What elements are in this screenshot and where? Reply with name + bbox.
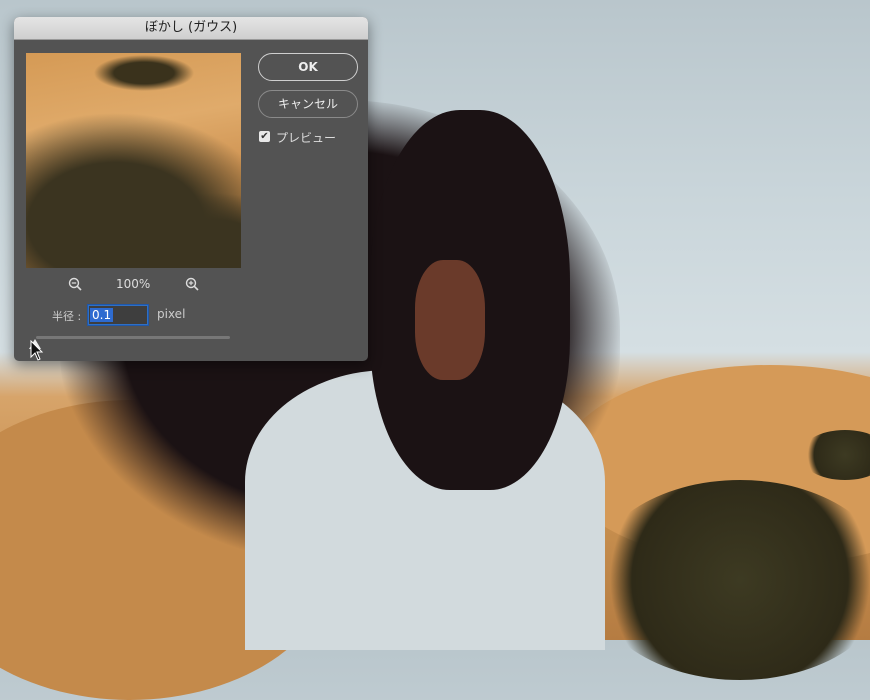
preview-image[interactable] bbox=[26, 53, 241, 268]
gaussian-blur-dialog: ぼかし (ガウス) 100% 半径 : 0.1 pixel OK キャンセル ✔… bbox=[14, 17, 368, 361]
radius-unit: pixel bbox=[157, 307, 186, 321]
mouse-cursor-icon bbox=[30, 340, 44, 361]
zoom-out-icon[interactable] bbox=[68, 277, 82, 291]
radius-slider[interactable] bbox=[36, 336, 230, 339]
radius-label: 半径 : bbox=[52, 310, 82, 323]
dialog-title[interactable]: ぼかし (ガウス) bbox=[14, 17, 368, 40]
cancel-button[interactable]: キャンセル bbox=[258, 90, 358, 118]
zoom-in-icon[interactable] bbox=[185, 277, 199, 291]
preview-label[interactable]: プレビュー bbox=[276, 129, 336, 146]
radius-value: 0.1 bbox=[90, 308, 114, 322]
zoom-level: 100% bbox=[116, 277, 151, 291]
ok-button[interactable]: OK bbox=[258, 53, 358, 81]
radius-input[interactable]: 0.1 bbox=[88, 305, 148, 325]
preview-checkbox[interactable]: ✔ bbox=[259, 131, 270, 142]
